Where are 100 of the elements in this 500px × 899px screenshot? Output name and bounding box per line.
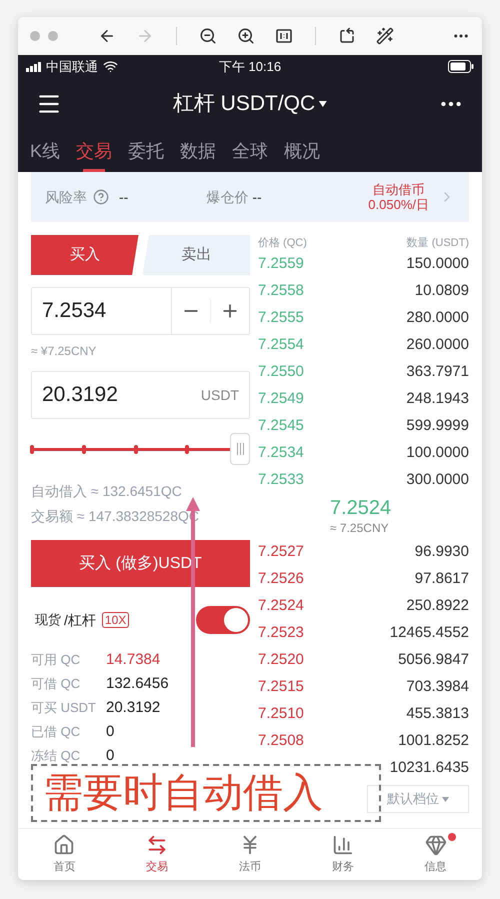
bid-price: 7.2510 [258, 704, 304, 724]
balance-value: 0 [106, 722, 114, 742]
margin-label: /杠杆 [64, 610, 96, 630]
balance-value: 20.3192 [106, 698, 160, 718]
auto-borrow-text: 自动借入 ≈ 132.6451QC [31, 482, 183, 501]
slider-thumb[interactable] [230, 433, 250, 465]
last-price: 7.2524 [330, 496, 392, 518]
ask-price: 7.2558 [258, 281, 304, 302]
back-icon[interactable] [98, 27, 116, 45]
bid-price: 7.2515 [258, 677, 304, 698]
tab[interactable]: 交易 [76, 130, 112, 172]
bid-amount: 250.8922 [406, 596, 469, 616]
ask-price: 7.2559 [258, 254, 304, 274]
ask-amount: 150.0000 [406, 254, 469, 274]
bid-amount: 455.3813 [406, 704, 469, 724]
ask-amount: 300.0000 [406, 470, 469, 490]
auto-borrow-rate: 0.050%/日 [368, 197, 429, 212]
balance-value: 132.6456 [106, 674, 169, 694]
bid-price: 7.2527 [258, 542, 304, 562]
balance-label: 可买 USDT [31, 699, 97, 718]
wifi-icon [103, 59, 118, 74]
home-icon [53, 834, 76, 856]
bid-amount: 5056.9847 [398, 650, 469, 670]
amount-unit: USDT [200, 386, 239, 404]
margin-toggle[interactable] [196, 606, 250, 634]
liquidation-value: -- [252, 188, 262, 206]
ask-price: 7.2549 [258, 389, 304, 410]
ask-amount: 363.7971 [406, 362, 469, 382]
actual-size-icon[interactable] [275, 27, 293, 45]
price-header: 价格 (QC) [258, 236, 307, 251]
tab[interactable]: K线 [30, 130, 60, 172]
level-selector[interactable]: 默认档位 [366, 785, 469, 813]
annotation-text: 需要时自动借入 [43, 773, 323, 813]
ask-price: 7.2550 [258, 362, 304, 382]
tab[interactable]: 委托 [128, 130, 164, 172]
nav-item[interactable]: 财务 [296, 829, 390, 880]
nav-item[interactable]: 交易 [110, 829, 204, 880]
ask-price: 7.2555 [258, 308, 304, 328]
tab[interactable]: 概况 [284, 130, 320, 172]
bid-amount: 12465.4552 [390, 623, 469, 644]
bid-price: 7.2524 [258, 596, 304, 616]
balance-label: 可借 QC [31, 675, 82, 694]
bid-amount: 97.8617 [414, 569, 469, 590]
amount-value: 20.3192 [42, 382, 119, 408]
ask-amount: 260.0000 [406, 335, 469, 356]
bid-amount: 1001.8252 [398, 731, 469, 752]
zoom-in-icon[interactable] [237, 27, 255, 45]
amount-field[interactable]: 20.3192 USDT [31, 371, 250, 419]
battery-icon [448, 60, 474, 73]
ask-amount: 10.0809 [414, 281, 469, 302]
ask-price: 7.2533 [258, 470, 304, 490]
gem-icon [424, 834, 447, 856]
nav-item[interactable]: 信息 [389, 829, 482, 880]
nav-item[interactable]: 首页 [18, 829, 111, 880]
caret-icon [442, 796, 449, 802]
risk-value: -- [119, 188, 128, 206]
bid-price: 7.2520 [258, 650, 304, 670]
buy-button[interactable]: 买入 (做多)USDT [31, 540, 250, 587]
help-icon[interactable] [93, 189, 109, 205]
ask-price: 7.2554 [258, 335, 304, 356]
bid-price: 7.2508 [258, 731, 304, 752]
ask-price: 7.2534 [258, 443, 304, 464]
clock-time: 下午 10:16 [218, 58, 282, 76]
bid-amount: 10231.6435 [390, 758, 469, 778]
bid-amount: 703.3984 [406, 677, 469, 698]
price-field[interactable]: 7.2534 [31, 287, 250, 335]
balance-label: 可用 QC [31, 651, 82, 670]
balance-label: 已借 QC [31, 723, 82, 742]
nav-item[interactable]: 法币 [204, 829, 296, 880]
bid-price: 7.2523 [258, 623, 304, 644]
side-tab[interactable]: 卖出 [142, 235, 250, 275]
tab[interactable]: 全球 [232, 130, 268, 172]
rotate-icon[interactable] [338, 27, 356, 45]
bid-amount: 96.9930 [414, 542, 469, 562]
ask-price: 7.2545 [258, 416, 304, 436]
spot-label: 现货 [35, 611, 61, 630]
ask-amount: 248.1943 [406, 389, 469, 410]
caret-icon [319, 101, 328, 107]
leverage-badge: 10X [102, 612, 130, 628]
side-tab[interactable]: 买入 [31, 235, 138, 275]
ask-amount: 280.0000 [406, 308, 469, 328]
price-value: 7.2534 [41, 298, 108, 324]
ask-amount: 100.0000 [406, 443, 469, 464]
bid-price: 7.2526 [258, 569, 304, 590]
auto-borrow-label: 自动借币 [372, 182, 425, 197]
ask-amount: 599.9999 [406, 416, 469, 436]
zoom-out-icon[interactable] [199, 27, 217, 45]
last-price-cny: ≈ 7.25CNY [330, 520, 389, 536]
signal-icon [26, 62, 42, 72]
price-cny: ≈ ¥7.25CNY [31, 343, 98, 357]
balance-label: 冻结 QC [31, 747, 82, 766]
carrier-name: 中国联通 [46, 58, 98, 76]
balance-value: 0 [106, 746, 114, 766]
risk-label: 风险率 [45, 188, 87, 206]
balance-value: 14.7384 [106, 650, 160, 670]
liquidation-label: 爆仓价 [206, 188, 248, 206]
amount-header: 数量 (USDT) [406, 236, 469, 251]
bar-chart-icon [332, 834, 354, 856]
tab[interactable]: 数据 [180, 130, 216, 172]
wand-icon[interactable] [376, 27, 394, 45]
